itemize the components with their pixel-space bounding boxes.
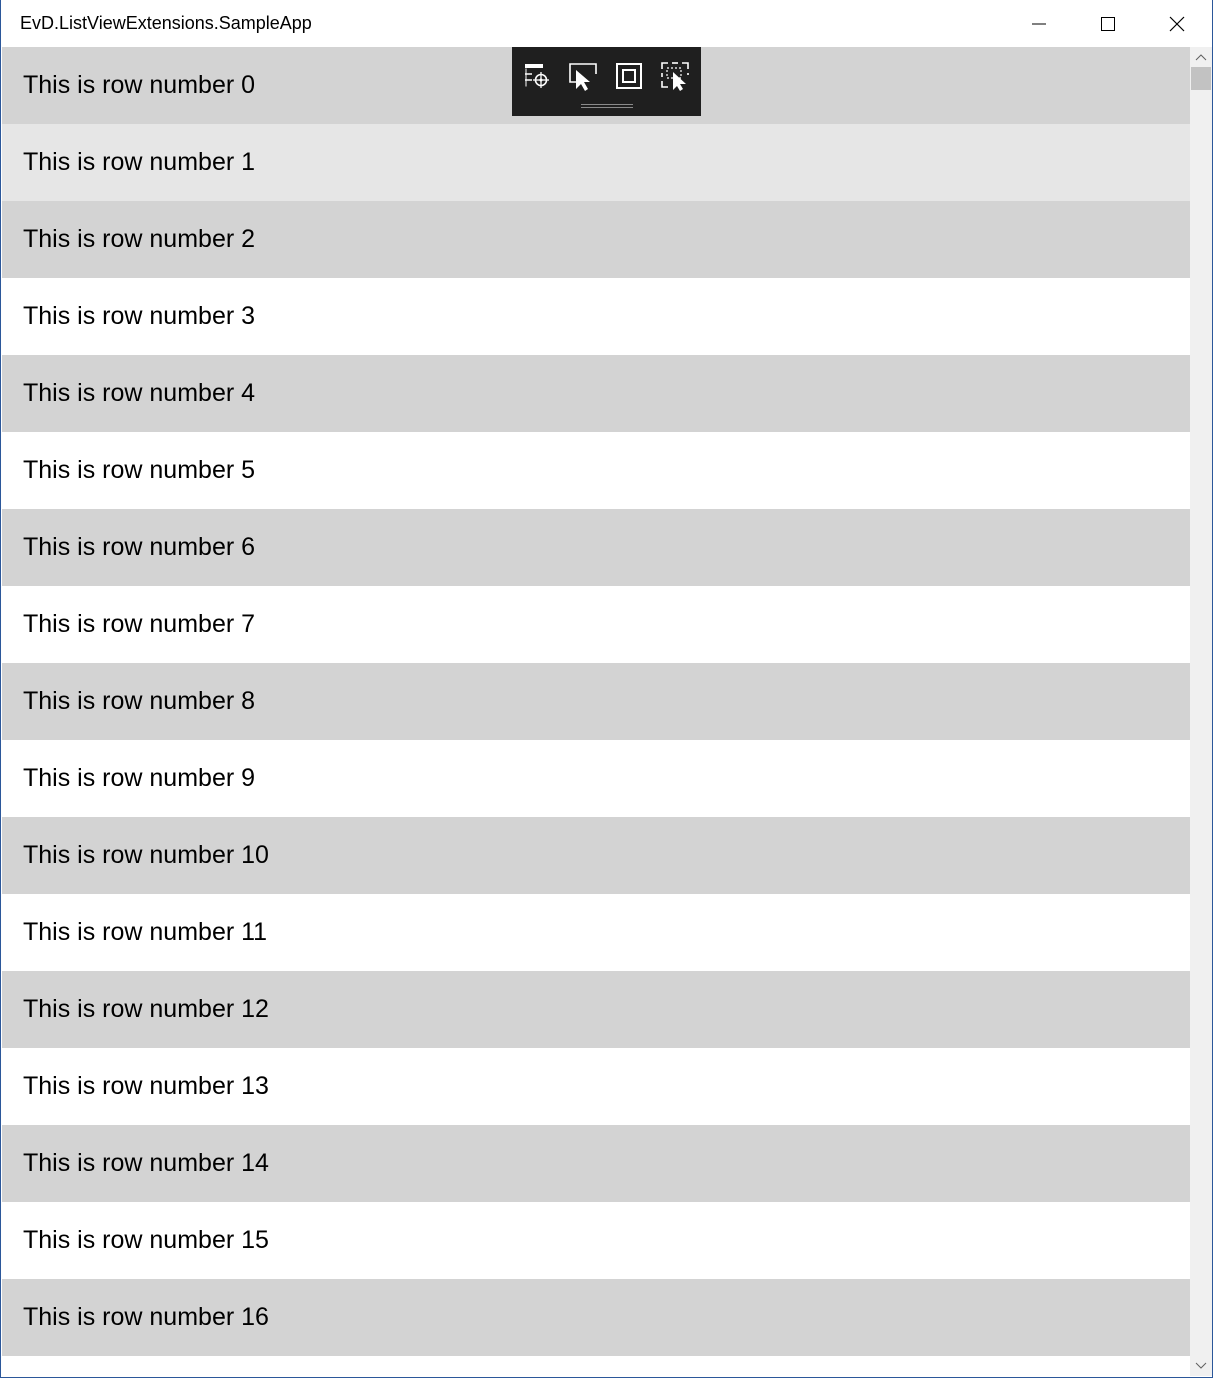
chevron-up-icon: [1195, 54, 1207, 61]
display-adorners-button[interactable]: [612, 59, 646, 93]
title-bar[interactable]: EvD.ListViewExtensions.SampleApp: [2, 0, 1211, 47]
list-item-label: This is row number 9: [23, 764, 256, 792]
list-item-label: This is row number 3: [23, 302, 256, 330]
list-item-label: This is row number 11: [23, 918, 268, 946]
list-item[interactable]: This is row number 13: [2, 1048, 1190, 1125]
app-window: EvD.ListViewExtensions.SampleApp This is…: [0, 0, 1213, 1378]
list-item-label: This is row number 16: [23, 1303, 269, 1331]
list-item[interactable]: This is row number 8: [2, 663, 1190, 740]
debug-toolbar: [512, 47, 701, 116]
list-item[interactable]: This is row number 12: [2, 971, 1190, 1048]
list-item-label: This is row number 7: [23, 610, 256, 638]
list-item[interactable]: This is row number 16: [2, 1279, 1190, 1356]
list-item-label: This is row number 10: [23, 841, 269, 869]
close-icon: [1169, 16, 1184, 31]
list-item[interactable]: This is row number 1: [2, 124, 1190, 201]
list-item[interactable]: [2, 1356, 1190, 1376]
list-item[interactable]: This is row number 10: [2, 817, 1190, 894]
list-item-label: This is row number 14: [23, 1149, 269, 1177]
list-item[interactable]: This is row number 11: [2, 894, 1190, 971]
list-item-label: This is row number 12: [23, 995, 269, 1023]
select-element-icon: [569, 63, 597, 91]
list-item[interactable]: This is row number 4: [2, 355, 1190, 432]
list-item-label: This is row number 6: [23, 533, 256, 561]
window-title: EvD.ListViewExtensions.SampleApp: [20, 13, 312, 33]
list-item-label: This is row number 5: [23, 456, 256, 484]
visual-tree-icon: [525, 64, 549, 88]
minimize-button[interactable]: [1004, 0, 1073, 47]
visual-tree-button[interactable]: [520, 59, 554, 93]
scroll-down-button[interactable]: [1190, 1356, 1212, 1376]
maximize-icon: [1100, 16, 1115, 31]
list-view[interactable]: This is row number 0 This is row number 1…: [2, 47, 1190, 1376]
list-item[interactable]: This is row number 14: [2, 1125, 1190, 1202]
scroll-up-button[interactable]: [1190, 47, 1212, 67]
minimize-icon: [1031, 23, 1046, 24]
scroll-thumb[interactable]: [1191, 67, 1211, 90]
list-item[interactable]: This is row number 9: [2, 740, 1190, 817]
list-item-label: This is row number 13: [23, 1072, 269, 1100]
track-focus-button[interactable]: [658, 59, 692, 93]
track-focus-icon: [661, 62, 689, 91]
list-item-label: This is row number 1: [23, 148, 256, 176]
maximize-button[interactable]: [1073, 0, 1142, 47]
list-item-label: This is row number 2: [23, 225, 256, 253]
toolbar-grip[interactable]: [581, 104, 633, 108]
chevron-down-icon: [1195, 1362, 1207, 1369]
list-item-label: This is row number 15: [23, 1226, 269, 1254]
list-item[interactable]: This is row number 3: [2, 278, 1190, 355]
list-item[interactable]: This is row number 6: [2, 509, 1190, 586]
list-item-label: This is row number 4: [23, 379, 256, 407]
vertical-scrollbar[interactable]: [1190, 47, 1212, 1376]
list-item-label: This is row number 0: [23, 71, 256, 99]
list-item[interactable]: This is row number 2: [2, 201, 1190, 278]
list-item[interactable]: This is row number 15: [2, 1202, 1190, 1279]
list-item-label: This is row number 8: [23, 687, 256, 715]
list-item[interactable]: This is row number 5: [2, 432, 1190, 509]
close-button[interactable]: [1142, 0, 1211, 47]
display-adorners-icon: [616, 63, 642, 89]
select-element-button[interactable]: [566, 59, 600, 93]
list-item[interactable]: This is row number 7: [2, 586, 1190, 663]
